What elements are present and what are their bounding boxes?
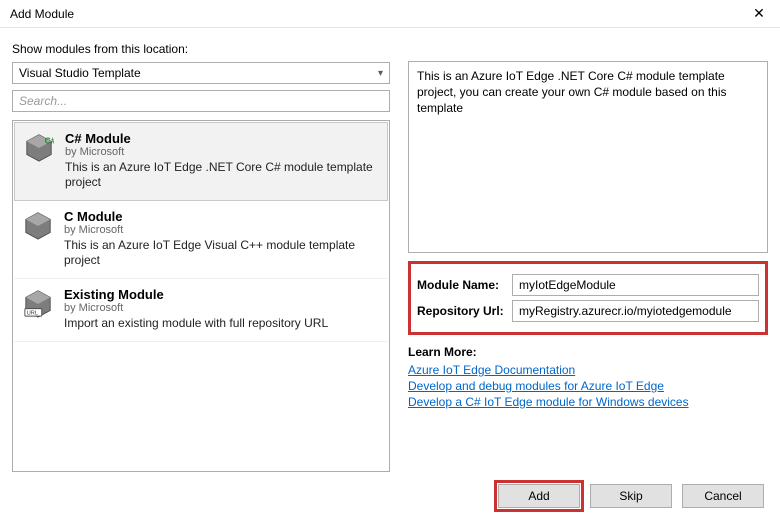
module-name-label: Module Name:: [417, 278, 512, 292]
window-title: Add Module: [10, 7, 74, 21]
repository-url-label: Repository Url:: [417, 304, 512, 318]
module-title: C Module: [64, 209, 380, 224]
module-item-existing[interactable]: URL Existing Module by Microsoft Import …: [14, 279, 388, 342]
module-item-csharp[interactable]: C# C# Module by Microsoft This is an Azu…: [14, 122, 388, 201]
learn-more-section: Learn More: Azure IoT Edge Documentation…: [408, 345, 768, 411]
cube-url-icon: URL: [22, 287, 54, 319]
skip-button[interactable]: Skip: [590, 484, 672, 508]
module-title: C# Module: [65, 131, 379, 146]
module-author: by Microsoft: [65, 146, 379, 158]
repository-url-input[interactable]: [512, 300, 759, 322]
module-author: by Microsoft: [64, 224, 380, 236]
cancel-button[interactable]: Cancel: [682, 484, 764, 508]
close-icon: ✕: [753, 5, 765, 22]
module-title: Existing Module: [64, 287, 380, 302]
location-dropdown[interactable]: Visual Studio Template ▾: [12, 62, 390, 84]
svg-text:URL: URL: [27, 310, 38, 316]
module-item-c[interactable]: C Module by Microsoft This is an Azure I…: [14, 201, 388, 279]
learn-link-develop[interactable]: Develop and debug modules for Azure IoT …: [408, 379, 664, 393]
titlebar: Add Module ✕: [0, 0, 780, 28]
close-button[interactable]: ✕: [738, 0, 780, 28]
module-desc: This is an Azure IoT Edge Visual C++ mod…: [64, 238, 380, 268]
learn-link-csharp-windows[interactable]: Develop a C# IoT Edge module for Windows…: [408, 395, 689, 409]
module-author: by Microsoft: [64, 302, 380, 314]
chevron-down-icon: ▾: [378, 68, 383, 79]
learn-more-title: Learn More:: [408, 345, 768, 359]
module-name-input[interactable]: [512, 274, 759, 296]
cube-csharp-icon: C#: [23, 131, 55, 163]
dialog-buttons: Add Skip Cancel: [12, 472, 768, 520]
module-desc: This is an Azure IoT Edge .NET Core C# m…: [65, 160, 379, 190]
location-label: Show modules from this location:: [12, 42, 768, 56]
dialog-content: Show modules from this location: Visual …: [0, 28, 780, 520]
cube-icon: [22, 209, 54, 241]
location-selected: Visual Studio Template: [19, 66, 141, 80]
learn-link-docs[interactable]: Azure IoT Edge Documentation: [408, 363, 575, 377]
description-box: This is an Azure IoT Edge .NET Core C# m…: [408, 61, 768, 253]
module-list[interactable]: C# C# Module by Microsoft This is an Azu…: [12, 120, 390, 472]
module-desc: Import an existing module with full repo…: [64, 316, 380, 331]
add-button[interactable]: Add: [498, 484, 580, 508]
search-input[interactable]: Search...: [12, 90, 390, 112]
svg-text:C#: C#: [45, 135, 54, 145]
module-form-highlight: Module Name: Repository Url:: [408, 261, 768, 335]
